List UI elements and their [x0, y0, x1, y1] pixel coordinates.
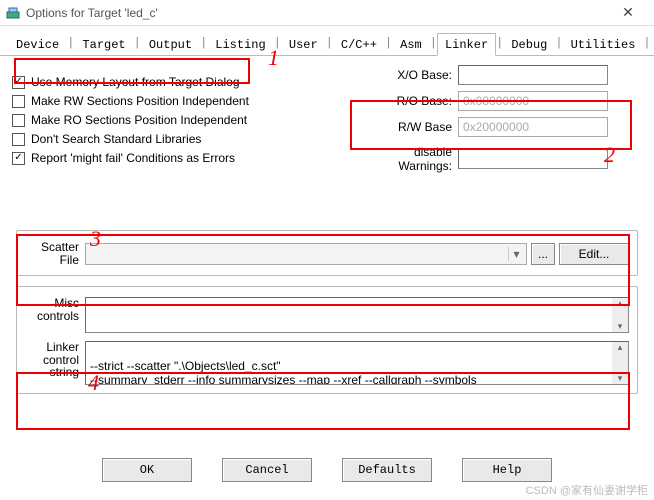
make-rw-pi-label: Make RW Sections Position Independent	[31, 94, 249, 108]
misc-controls-label: Misc controls	[25, 297, 85, 322]
tab-utilities[interactable]: Utilities	[563, 33, 644, 56]
scrollbar[interactable]: ▴▾	[612, 342, 628, 384]
scrollbar[interactable]: ▴▾	[612, 298, 628, 332]
dont-search-std-label: Don't Search Standard Libraries	[31, 132, 201, 146]
titlebar: Options for Target 'led_c' ✕	[0, 0, 654, 26]
ro-base-label: R/O Base:	[358, 94, 458, 108]
scatter-edit-button[interactable]: Edit...	[559, 243, 629, 265]
tab-user[interactable]: User	[281, 33, 326, 56]
ok-button[interactable]: OK	[102, 458, 192, 482]
app-icon	[6, 6, 20, 20]
xo-base-input[interactable]	[458, 65, 608, 85]
close-button[interactable]: ✕	[608, 4, 648, 21]
tab-linker[interactable]: Linker	[437, 33, 496, 56]
report-might-fail-label: Report 'might fail' Conditions as Errors	[31, 151, 235, 165]
use-memory-layout-checkbox[interactable]	[12, 76, 25, 89]
cancel-button[interactable]: Cancel	[222, 458, 312, 482]
misc-controls-input[interactable]: ▴▾	[85, 297, 629, 333]
dialog-buttons: OK Cancel Defaults Help	[0, 458, 654, 482]
xo-base-label: X/O Base:	[358, 68, 458, 82]
scatter-file-label: Scatter File	[25, 241, 85, 266]
dont-search-std-checkbox[interactable]	[12, 133, 25, 146]
base-fields: X/O Base: R/O Base: 0x08000000 R/W Base …	[358, 60, 638, 174]
window-title: Options for Target 'led_c'	[26, 6, 608, 20]
tab-listing[interactable]: Listing	[207, 33, 273, 56]
help-button[interactable]: Help	[462, 458, 552, 482]
tab-device[interactable]: Device	[8, 33, 67, 56]
disable-warnings-label: disable Warnings:	[358, 145, 458, 173]
tab-target[interactable]: Target	[74, 33, 133, 56]
disable-warnings-input[interactable]	[458, 149, 608, 169]
defaults-button[interactable]: Defaults	[342, 458, 432, 482]
tab-asm[interactable]: Asm	[392, 33, 430, 56]
report-might-fail-checkbox[interactable]	[12, 152, 25, 165]
linker-panel: Use Memory Layout from Target Dialog Mak…	[0, 56, 654, 412]
make-ro-pi-label: Make RO Sections Position Independent	[31, 113, 247, 127]
make-rw-pi-checkbox[interactable]	[12, 95, 25, 108]
scatter-file-combo[interactable]: ▾	[85, 243, 527, 265]
tab-output[interactable]: Output	[141, 33, 200, 56]
scatter-browse-button[interactable]: ...	[531, 243, 555, 265]
watermark: CSDN @家有仙妻谢学柜	[526, 482, 648, 498]
chevron-down-icon: ▾	[508, 247, 524, 261]
linker-control-string-input[interactable]: --strict --scatter ".\Objects\led_c.sct"…	[85, 341, 629, 385]
make-ro-pi-checkbox[interactable]	[12, 114, 25, 127]
linker-control-string-label: Linker control string	[25, 341, 85, 379]
tab-bar: Device| Target| Output| Listing| User| C…	[0, 26, 654, 56]
tab-ccpp[interactable]: C/C++	[333, 33, 385, 56]
ro-base-input[interactable]: 0x08000000	[458, 91, 608, 111]
scatter-group: Scatter File ▾ ... Edit...	[16, 230, 638, 276]
rw-base-label: R/W Base	[358, 120, 458, 134]
use-memory-layout-label: Use Memory Layout from Target Dialog	[31, 75, 240, 89]
rw-base-input[interactable]: 0x20000000	[458, 117, 608, 137]
tab-debug[interactable]: Debug	[503, 33, 555, 56]
controls-group: Misc controls ▴▾ Linker control string -…	[16, 286, 638, 394]
